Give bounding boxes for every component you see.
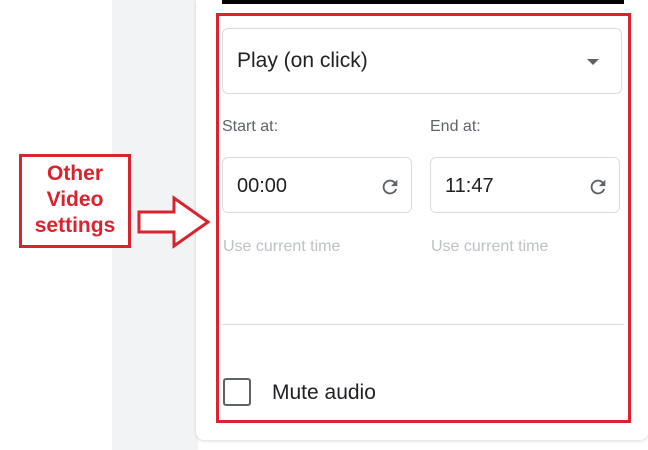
annotation-line: Video [46, 188, 104, 211]
video-settings-highlight [216, 13, 631, 423]
video-preview-edge [222, 0, 624, 4]
annotation-callout: Other Video settings [19, 154, 131, 248]
annotation-line: Other [46, 162, 103, 185]
annotation-line: settings [34, 214, 116, 237]
arrow-right-icon [137, 195, 211, 249]
